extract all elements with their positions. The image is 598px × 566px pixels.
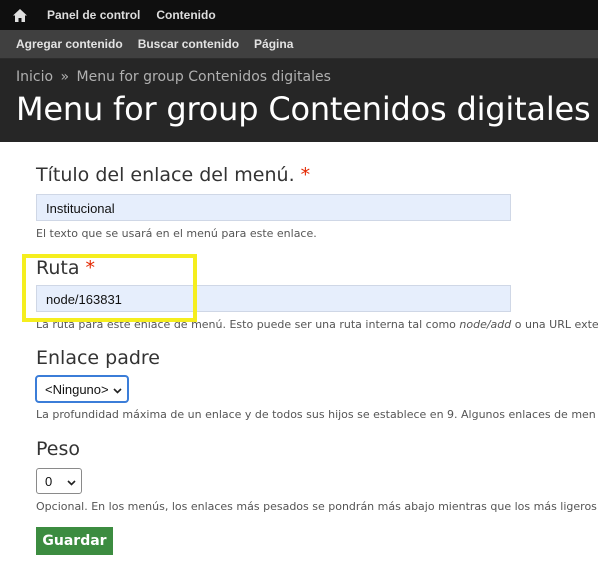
path-label-text: Ruta [36, 257, 80, 279]
weight-description: Opcional. En los menús, los enlaces más … [36, 500, 597, 513]
page-title: Menu for group Contenidos digitales [16, 90, 591, 128]
tray-item-agregar-contenido[interactable]: Agregar contenido [0, 37, 130, 51]
tray-item-pagina[interactable]: Página [246, 37, 300, 51]
toolbar-item-contenido[interactable]: Contenido [149, 8, 224, 22]
title-label-text: Título del enlace del menú. [36, 164, 295, 186]
home-icon[interactable] [0, 0, 40, 30]
weight-select-value: 0 [45, 474, 53, 489]
weight-field-label: Peso [36, 438, 80, 460]
toolbar-tray: Agregar contenido Buscar contenido Págin… [0, 30, 598, 59]
breadcrumb-home-link[interactable]: Inicio [16, 69, 53, 85]
title-field-label: Título del enlace del menú. * [36, 164, 310, 186]
admin-toolbar: Panel de control Contenido [0, 0, 598, 30]
chevron-down-icon [113, 383, 122, 398]
title-input[interactable]: Institucional [36, 194, 511, 221]
parent-description: La profundidad máxima de un enlace y de … [36, 408, 596, 421]
breadcrumb-current[interactable]: Menu for group Contenidos digitales [77, 69, 331, 85]
required-marker: * [300, 164, 311, 186]
path-field-label: Ruta * [36, 257, 95, 279]
toolbar-item-panel-de-control[interactable]: Panel de control [40, 8, 149, 22]
path-desc-example: node/add [459, 318, 512, 331]
chevron-down-icon [67, 475, 76, 490]
weight-select[interactable]: 0 [36, 468, 82, 494]
parent-select-value: <Ninguno> [45, 382, 109, 397]
parent-select[interactable]: <Ninguno> [36, 376, 128, 402]
path-description: La ruta para este enlace de menú. Esto p… [36, 318, 598, 331]
breadcrumb-separator: » [60, 69, 70, 85]
title-description: El texto que se usará en el menú para es… [36, 227, 317, 240]
path-input[interactable]: node/163831 [36, 285, 511, 312]
save-button[interactable]: Guardar [36, 527, 113, 555]
path-desc-text: La ruta para este enlace de menú. Esto p… [36, 318, 460, 331]
path-desc-text-end: o una URL exte [511, 318, 598, 331]
tray-item-buscar-contenido[interactable]: Buscar contenido [130, 37, 246, 51]
parent-field-label: Enlace padre [36, 347, 160, 369]
page-header: Inicio » Menu for group Contenidos digit… [0, 59, 598, 142]
required-marker: * [85, 257, 96, 279]
breadcrumb: Inicio » Menu for group Contenidos digit… [16, 69, 331, 85]
